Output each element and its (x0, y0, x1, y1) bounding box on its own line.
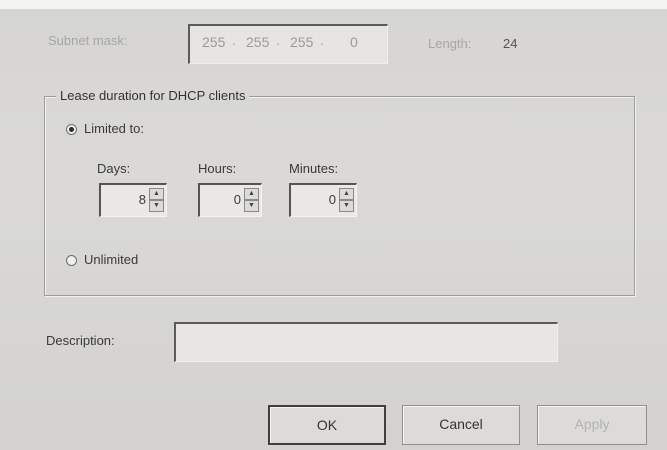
cancel-button[interactable]: Cancel (402, 405, 520, 445)
subnet-octet-4: 0 (350, 34, 358, 50)
minutes-value: 0 (328, 192, 336, 207)
octet-separator: . (232, 32, 236, 48)
octet-separator: . (276, 32, 280, 48)
minutes-spin-buttons: ▲ ▼ (339, 188, 354, 212)
lease-duration-title: Lease duration for DHCP clients (56, 88, 250, 103)
limited-radio[interactable] (66, 124, 77, 135)
spin-down-icon[interactable]: ▼ (149, 200, 164, 212)
hours-value: 0 (233, 192, 241, 207)
spin-down-icon[interactable]: ▼ (339, 200, 354, 212)
subnet-mask-field[interactable]: 255 . 255 . 255 . 0 (188, 24, 388, 64)
spin-up-icon[interactable]: ▲ (339, 188, 354, 200)
subnet-octet-2: 255 (246, 34, 270, 50)
unlimited-radio[interactable] (66, 255, 77, 266)
length-value: 24 (503, 36, 518, 51)
days-label: Days: (97, 161, 131, 176)
top-edge (0, 0, 667, 9)
minutes-label: Minutes: (289, 161, 339, 176)
octet-separator: . (320, 32, 324, 48)
subnet-octet-1: 255 (202, 34, 226, 50)
subnet-mask-label: Subnet mask: (48, 33, 128, 48)
spin-up-icon[interactable]: ▲ (149, 188, 164, 200)
length-label: Length: (428, 36, 472, 51)
days-spinner[interactable]: 8 ▲ ▼ (99, 183, 167, 217)
dhcp-scope-properties-dialog: Subnet mask: 255 . 255 . 255 . 0 Length:… (0, 0, 667, 450)
spin-up-icon[interactable]: ▲ (244, 188, 259, 200)
hours-label: Hours: (198, 161, 237, 176)
days-spin-buttons: ▲ ▼ (149, 188, 164, 212)
apply-button[interactable]: Apply (537, 405, 647, 445)
subnet-octet-3: 255 (290, 34, 314, 50)
minutes-spinner[interactable]: 0 ▲ ▼ (289, 183, 357, 217)
ok-button[interactable]: OK (268, 405, 386, 445)
days-value: 8 (138, 192, 146, 207)
description-label: Description: (46, 333, 115, 348)
limited-label: Limited to: (84, 121, 144, 136)
description-input[interactable] (174, 322, 558, 362)
hours-spinner[interactable]: 0 ▲ ▼ (198, 183, 262, 217)
hours-spin-buttons: ▲ ▼ (244, 188, 259, 212)
unlimited-label: Unlimited (84, 252, 139, 267)
spin-down-icon[interactable]: ▼ (244, 200, 259, 212)
